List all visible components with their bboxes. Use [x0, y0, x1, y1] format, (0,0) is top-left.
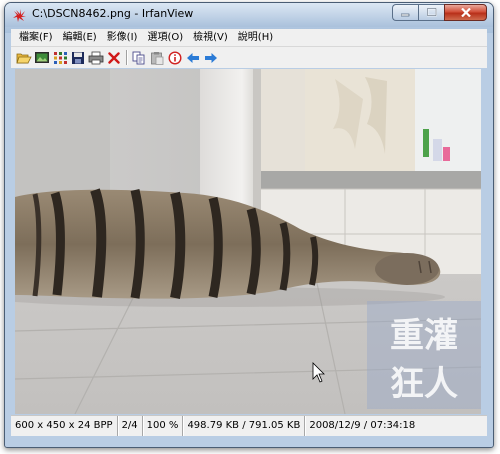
open-icon	[16, 53, 32, 63]
minimize-icon	[401, 13, 410, 16]
paste-button[interactable]	[148, 49, 166, 67]
menu-bar: 檔案(F) 編輯(E) 影像(I) 選項(O) 檢視(V) 說明(H)	[11, 29, 487, 47]
irfanview-app-icon[interactable]	[12, 8, 27, 23]
print-icon	[88, 51, 104, 64]
delete-icon	[108, 51, 120, 64]
status-bar: 600 x 450 x 24 BPP 2/4 100 % 498.79 KB /…	[11, 415, 487, 436]
status-filesize: 498.79 KB / 791.05 KB	[183, 416, 306, 436]
toolbar-separator	[126, 50, 127, 65]
previous-button[interactable]	[184, 49, 202, 67]
print-button[interactable]	[87, 49, 105, 67]
watermark-line1: 重灌	[390, 316, 458, 356]
delete-button[interactable]	[105, 49, 123, 67]
status-zoom: 100 %	[143, 416, 184, 436]
paste-icon	[151, 51, 164, 65]
next-icon	[205, 52, 217, 63]
menu-options[interactable]: 選項(O)	[142, 30, 188, 45]
slideshow-icon	[35, 51, 49, 63]
open-button[interactable]	[15, 49, 33, 67]
save-icon	[72, 51, 84, 64]
next-button[interactable]	[202, 49, 220, 67]
save-button[interactable]	[69, 49, 87, 67]
watermark-line2: 狂人	[390, 364, 458, 404]
info-button[interactable]	[166, 49, 184, 67]
irfanview-window: C:\DSCN8462.png - IrfanView 檔案(F) 編輯(E) …	[4, 2, 494, 448]
title-bar[interactable]: C:\DSCN8462.png - IrfanView	[5, 3, 493, 27]
thumbnails-button[interactable]	[51, 49, 69, 67]
close-button[interactable]	[444, 4, 487, 21]
minimize-button[interactable]	[392, 4, 418, 21]
menu-edit[interactable]: 編輯(E)	[58, 30, 102, 45]
menu-view[interactable]: 檢視(V)	[188, 30, 233, 45]
image-viewport[interactable]: 重灌 狂人	[15, 69, 481, 414]
toolbar	[11, 47, 487, 68]
thumbnails-icon	[53, 51, 67, 64]
window-caption-buttons	[392, 4, 487, 22]
menu-help[interactable]: 說明(H)	[233, 30, 278, 45]
menu-file[interactable]: 檔案(F)	[11, 30, 58, 45]
maximize-icon	[426, 8, 437, 17]
maximize-button[interactable]	[418, 4, 444, 21]
menu-image[interactable]: 影像(I)	[102, 30, 143, 45]
copy-icon	[132, 51, 145, 64]
copy-button[interactable]	[130, 49, 148, 67]
window-title: C:\DSCN8462.png - IrfanView	[32, 7, 194, 20]
status-index: 2/4	[118, 416, 143, 436]
close-icon	[460, 8, 471, 17]
info-icon	[168, 50, 182, 65]
status-dimensions: 600 x 450 x 24 BPP	[11, 416, 118, 436]
cat-photo: 重灌 狂人	[15, 69, 481, 414]
slideshow-button[interactable]	[33, 49, 51, 67]
status-datetime: 2008/12/9 / 07:34:18	[309, 420, 416, 431]
previous-icon	[187, 52, 199, 63]
